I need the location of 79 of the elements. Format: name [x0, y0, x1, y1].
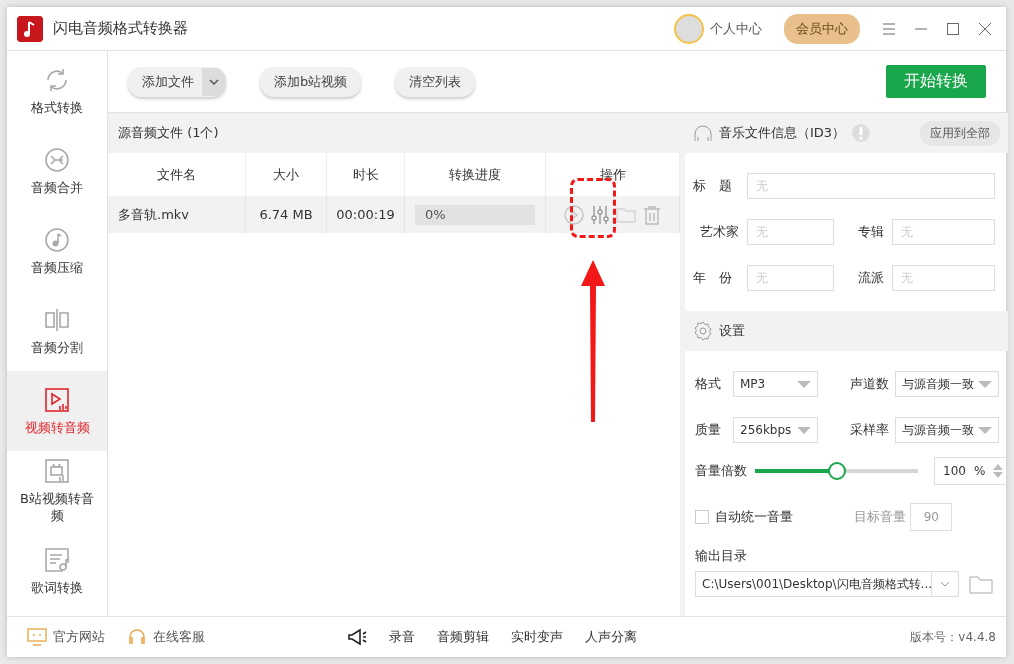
dropdown-arrow-icon — [978, 380, 992, 388]
add-file-button[interactable]: 添加文件 — [128, 66, 202, 97]
sidebar-item[interactable]: 格式转换 — [7, 51, 107, 131]
field-label: 输出目录 — [695, 548, 747, 563]
close-icon[interactable] — [978, 21, 992, 36]
menu-icon[interactable] — [882, 21, 896, 36]
tv-icon — [43, 457, 71, 486]
footer-tool-link[interactable]: 实时变声 — [511, 628, 563, 646]
sidebar-item[interactable]: 视频转音频 — [7, 371, 107, 451]
sidebar-item[interactable]: 音频压缩 — [7, 211, 107, 291]
table-cell: 00:00:19 — [336, 207, 395, 222]
field-label: 格式 — [695, 375, 722, 393]
monitor-icon — [27, 628, 47, 646]
window-title: 闪电音频格式转换器 — [53, 19, 189, 38]
footer-tool-link[interactable]: 录音 — [389, 628, 415, 646]
field-label: 艺术家 — [699, 223, 740, 241]
sidebar-item[interactable]: 音频分割 — [7, 291, 107, 371]
field-label: 采样率 — [849, 421, 890, 439]
maximize-icon[interactable] — [946, 21, 960, 36]
dropdown[interactable]: MP3 — [733, 371, 818, 397]
headset-icon — [127, 628, 147, 646]
number-field[interactable]: 100 % — [934, 457, 1009, 485]
chevron-down-icon — [940, 581, 950, 587]
section-title: 设置 — [719, 322, 745, 340]
column-header: 操作 — [599, 165, 626, 184]
checkbox[interactable] — [695, 510, 709, 524]
file-list-title: 源音频文件 (1个) — [118, 124, 219, 142]
column-header: 大小 — [273, 165, 299, 184]
column-header: 时长 — [352, 165, 379, 184]
sidebar-item[interactable]: B站视频转音频 — [7, 451, 107, 531]
table-cell: 6.74 MB — [259, 207, 313, 222]
field-label: 年 份 — [693, 269, 733, 287]
play-icon[interactable] — [562, 203, 585, 226]
dropdown-arrow-icon — [797, 380, 811, 388]
merge-icon — [43, 145, 71, 174]
field-label: 目标音量 — [854, 508, 907, 526]
footer-link[interactable]: 在线客服 — [153, 628, 205, 646]
field-label: 质量 — [695, 421, 722, 439]
field-label: 流派 — [857, 269, 885, 287]
vip-center-button[interactable]: 会员中心 — [784, 13, 860, 44]
megaphone-icon — [347, 628, 367, 646]
field-label: 声道数 — [849, 375, 890, 393]
user-center-link[interactable]: 个人中心 — [710, 19, 762, 38]
sidebar-item[interactable]: 歌词转换 — [7, 531, 107, 611]
footer-link[interactable]: 官方网站 — [53, 628, 105, 646]
add-video-button[interactable]: 添加b站视频 — [260, 66, 362, 97]
column-header: 文件名 — [157, 165, 196, 184]
section-title: 音乐文件信息（ID3） — [719, 124, 846, 142]
apply-all-button[interactable]: 应用到全部 — [920, 120, 1001, 146]
version-label: 版本号：v4.4.8 — [910, 628, 996, 646]
spinner-icon — [993, 464, 1004, 478]
dropdown[interactable]: 256kbps — [733, 417, 818, 443]
footer-tool-link[interactable]: 人声分离 — [585, 628, 637, 646]
sidebar-item[interactable]: 音频合并 — [7, 131, 107, 211]
equalizer-icon[interactable] — [588, 203, 611, 226]
dropdown-toggle[interactable] — [202, 67, 226, 96]
video-play-icon — [43, 385, 71, 414]
chevron-down-icon — [209, 77, 219, 86]
volume-slider[interactable] — [755, 462, 918, 480]
headphones-icon — [693, 123, 713, 143]
app-logo-icon — [17, 15, 43, 42]
dropdown[interactable]: 与源音频一致 — [895, 371, 999, 397]
lyrics-icon — [43, 545, 71, 574]
settings-icon — [693, 321, 713, 341]
footer-tool-link[interactable]: 音频剪辑 — [437, 628, 489, 646]
field-label: 音量倍数 — [695, 462, 747, 480]
column-header: 转换进度 — [449, 165, 501, 184]
checkbox-label: 自动统一音量 — [715, 508, 793, 526]
dropdown[interactable]: 与源音频一致 — [895, 417, 999, 443]
dropdown-arrow-icon — [797, 426, 811, 434]
field-label: 专辑 — [857, 223, 885, 241]
progress-bar: 0% — [415, 204, 535, 225]
avatar[interactable] — [674, 13, 704, 44]
dropdown-arrow-icon — [978, 426, 992, 434]
path-field[interactable]: C:\Users\001\Desktop\闪电音频格式转... — [695, 571, 959, 597]
table-cell: 多音轨.mkv — [118, 205, 190, 224]
field-label: 标 题 — [693, 177, 733, 195]
clear-list-button[interactable]: 清空列表 — [395, 66, 476, 97]
music-note-icon — [43, 225, 71, 254]
